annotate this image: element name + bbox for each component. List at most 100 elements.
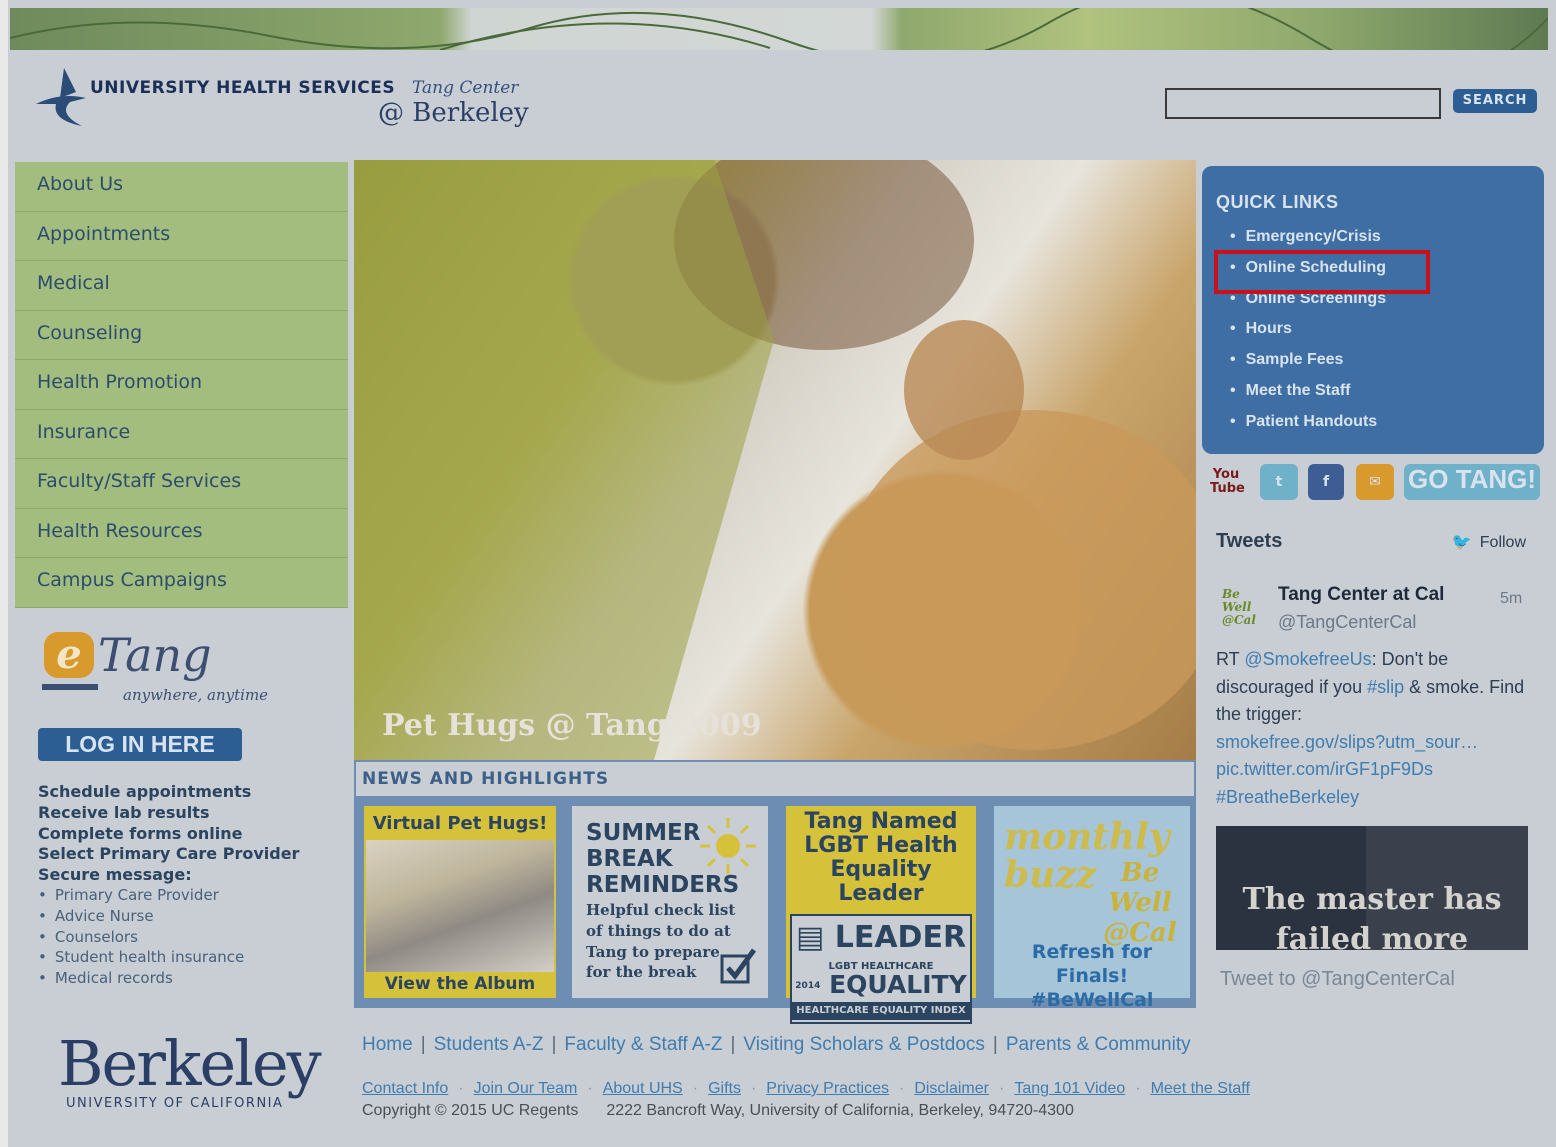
badge-year: 2014 — [795, 981, 821, 991]
nav-item-health-resources[interactable]: Health Resources — [15, 508, 348, 558]
secure-message-item: Counselors — [38, 927, 348, 948]
header-banner — [10, 8, 1548, 50]
tweet-body: RT @SmokefreeUs: Don't be discouraged if… — [1216, 646, 1536, 812]
twitter-bird-icon: 🐦 — [1451, 534, 1472, 551]
etang-feature: Select Primary Care Provider — [38, 844, 300, 864]
etang-feature: Schedule appointments — [38, 782, 252, 801]
nav-item-about-us[interactable]: About Us — [15, 162, 348, 212]
logo-at-berkeley: @ Berkeley — [378, 98, 529, 128]
nav-item-counseling[interactable]: Counseling — [15, 310, 348, 360]
follow-button[interactable]: 🐦 Follow — [1452, 532, 1526, 552]
badge-equality-text: EQUALITY — [829, 970, 967, 999]
tweet-to-button[interactable]: Tweet to @TangCenterCal — [1220, 968, 1455, 991]
secure-message-item: Primary Care Provider — [38, 885, 348, 906]
quick-link-online-screenings[interactable]: Online Screenings — [1230, 290, 1386, 321]
uhs-logo[interactable]: UNIVERSITY HEALTH SERVICES Tang Center @… — [30, 62, 530, 142]
view-album-link[interactable]: View the Album — [366, 972, 554, 996]
twitter-icon[interactable]: t — [1260, 464, 1298, 500]
news-heading: NEWS AND HIGHLIGHTS — [354, 760, 1196, 798]
social-icons: You Tube t f ✉ GO TANG! — [1208, 462, 1544, 502]
lgbt-title-line: LGBT Health — [804, 833, 958, 858]
footer-link-tang-101-video[interactable]: Tang 101 Video — [1014, 1080, 1125, 1097]
footer-nav-students[interactable]: Students A-Z — [434, 1034, 544, 1055]
tweet-url-link[interactable]: smokefree.gov/slips?utm_sour… — [1216, 729, 1536, 757]
tweet-hashtag-link[interactable]: #BreatheBerkeley — [1216, 784, 1536, 812]
lgbt-title-line: Equality Leader — [830, 857, 932, 906]
news-tile-monthly-buzz[interactable]: monthly buzz Be Well @Cal Refresh for Fi… — [994, 806, 1190, 1011]
tweet-hashtag-link[interactable]: #slip — [1367, 677, 1404, 697]
etang-e-logo: e — [44, 632, 94, 678]
lgbt-title-line: Tang Named — [804, 809, 958, 834]
news-tile-summer-break[interactable]: SUMMER BREAK REMINDERS Helpful check lis… — [572, 806, 768, 998]
tweet-author-handle[interactable]: @TangCenterCal — [1278, 612, 1416, 633]
logo-university-health-services: UNIVERSITY HEALTH SERVICES — [90, 78, 396, 98]
quick-link-hours[interactable]: Hours — [1230, 320, 1386, 351]
nav-item-faculty-staff-services[interactable]: Faculty/Staff Services — [15, 459, 348, 509]
summer-text-line: of things to do at — [586, 921, 731, 940]
tweet-author-name[interactable]: Tang Center at Cal — [1278, 584, 1444, 606]
news-tile-pet-hugs[interactable]: Virtual Pet Hugs! View the Album — [364, 806, 556, 998]
search-button[interactable]: SEARCH — [1453, 89, 1537, 113]
nav-item-medical[interactable]: Medical — [15, 261, 348, 311]
footer-nav-faculty-staff[interactable]: Faculty & Staff A-Z — [564, 1034, 722, 1055]
nav-item-appointments[interactable]: Appointments — [15, 211, 348, 261]
tweet-text: RT — [1216, 649, 1245, 669]
quick-links-panel: QUICK LINKS Emergency/Crisis Online Sche… — [1202, 166, 1544, 454]
hero-photo — [354, 160, 1196, 760]
footer-link-separator: · — [458, 1080, 464, 1097]
youtube-icon[interactable]: You Tube — [1210, 464, 1245, 500]
hero-caption: Pet Hugs @ Tang 2009 — [382, 708, 762, 743]
footer-nav-visiting-scholars[interactable]: Visiting Scholars & Postdocs — [743, 1034, 985, 1055]
tweet-pic-link[interactable]: pic.twitter.com/irGF1pF9Ds — [1216, 756, 1536, 784]
quick-link-patient-handouts[interactable]: Patient Handouts — [1230, 413, 1386, 444]
pet-hugs-photo — [366, 840, 554, 972]
footer-link-separator: · — [998, 1080, 1005, 1097]
quick-link-sample-fees[interactable]: Sample Fees — [1230, 351, 1386, 382]
nav-item-campus-campaigns[interactable]: Campus Campaigns — [15, 558, 348, 608]
footer-link-meet-the-staff[interactable]: Meet the Staff — [1151, 1080, 1250, 1097]
footer-link-separator: · — [750, 1080, 757, 1097]
berkeley-logo[interactable]: Berkeley UNIVERSITY OF CALIFORNIA — [58, 1032, 322, 1112]
footer-link-disclaimer[interactable]: Disclaimer — [914, 1080, 989, 1097]
hei-leader-badge: ▤ LEADER LGBT HEALTHCARE 2014 EQUALITY H… — [790, 914, 972, 1024]
etang-logo[interactable]: e Tang anywhere, anytime — [38, 628, 278, 708]
footer-link-contact-info[interactable]: Contact Info — [362, 1080, 448, 1097]
tweet-image-quote: The master has failed more — [1242, 882, 1502, 950]
etang-features: Schedule appointments Receive lab result… — [38, 782, 348, 886]
email-icon[interactable]: ✉ — [1356, 464, 1394, 500]
left-nav: About Us Appointments Medical Counseling… — [15, 162, 348, 608]
sun-icon — [700, 818, 756, 874]
footer-link-about-uhs[interactable]: About UHS — [603, 1080, 683, 1097]
etang-login-button[interactable]: LOG IN HERE — [38, 728, 242, 761]
footer-nav-separator: | — [730, 1034, 736, 1055]
tweets-header: Tweets 🐦 Follow — [1216, 530, 1534, 553]
badge-equality: 2014 EQUALITY — [792, 972, 970, 999]
footer-nav-home[interactable]: Home — [362, 1034, 413, 1055]
address-text: 2222 Bancroft Way, University of Califor… — [606, 1102, 1074, 1119]
footer-link-privacy-practices[interactable]: Privacy Practices — [766, 1080, 889, 1097]
footer-nav-separator: | — [992, 1034, 998, 1055]
nav-item-insurance[interactable]: Insurance — [15, 409, 348, 459]
secure-message-item: Student health insurance — [38, 947, 348, 968]
equal-icon: ▤ — [795, 920, 835, 955]
footer-link-separator: · — [587, 1080, 593, 1097]
badge-hei: HEALTHCARE EQUALITY INDEX — [792, 1002, 970, 1020]
facebook-icon[interactable]: f — [1308, 464, 1344, 500]
search-input[interactable] — [1165, 88, 1441, 119]
news-tile-lgbt-leader[interactable]: Tang Named LGBT Health Equality Leader ▤… — [786, 806, 976, 1024]
hero-slideshow[interactable]: Pet Hugs @ Tang 2009 — [354, 160, 1196, 760]
copyright-text: Copyright © 2015 UC Regents — [362, 1102, 579, 1119]
tweet-image[interactable]: The master has failed more — [1216, 826, 1528, 950]
tweet-mention-link[interactable]: @SmokefreeUs — [1244, 649, 1371, 669]
nav-item-health-promotion[interactable]: Health Promotion — [15, 360, 348, 410]
tweet-timestamp[interactable]: 5m — [1500, 590, 1522, 608]
footer-link-join-our-team[interactable]: Join Our Team — [474, 1080, 578, 1097]
quick-link-meet-the-staff[interactable]: Meet the Staff — [1230, 382, 1386, 413]
quick-links-heading: QUICK LINKS — [1216, 192, 1339, 212]
tweet-avatar[interactable]: Be Well @Cal — [1222, 588, 1264, 636]
refresh-hashtag: #BeWellCal — [1030, 989, 1154, 1011]
go-tang-button[interactable]: GO TANG! — [1404, 464, 1540, 500]
footer-nav-parents-community[interactable]: Parents & Community — [1006, 1034, 1191, 1055]
checkbox-icon — [720, 948, 757, 984]
footer-link-gifts[interactable]: Gifts — [708, 1080, 741, 1097]
